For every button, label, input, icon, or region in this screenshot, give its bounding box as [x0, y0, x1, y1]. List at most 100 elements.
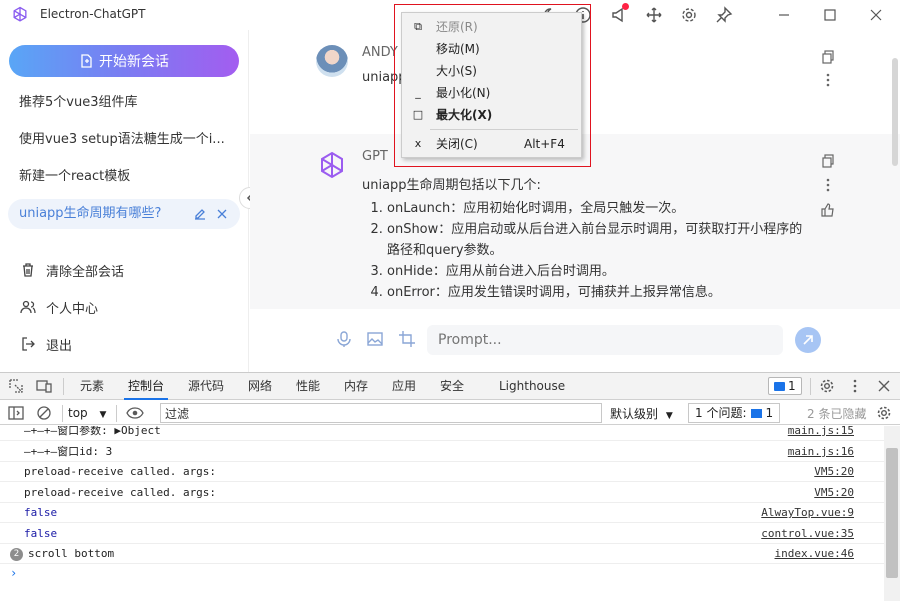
issues-badge[interactable]: 1 [768, 377, 802, 395]
repeat-count-badge: 2 [10, 548, 23, 561]
close-icon[interactable] [876, 378, 892, 394]
restore-icon: ⧉ [414, 20, 422, 33]
clear-conversations-label: 清除全部会话 [46, 264, 125, 280]
tab-application[interactable]: 应用 [388, 373, 420, 400]
log-row: preload-receive called. args: VM5:20 [0, 462, 884, 482]
trash-icon [23, 263, 33, 277]
console-prompt-chevron-icon[interactable]: › [10, 566, 17, 580]
menu-item-label: 还原(R) [436, 20, 478, 34]
menu-item-label: 最大化(X) [436, 108, 493, 122]
menu-item-move[interactable]: 移动(M) [402, 38, 583, 60]
log-source-link[interactable]: AlwayTop.vue:9 [761, 503, 854, 523]
close-window-button[interactable] [867, 6, 885, 24]
more-vertical-icon[interactable] [821, 73, 835, 87]
log-message: false [24, 527, 58, 540]
menu-item-minimize[interactable]: _ 最小化(N) [402, 82, 583, 104]
console-settings-gear-icon[interactable] [876, 405, 892, 421]
tab-sources[interactable]: 源代码 [184, 373, 228, 400]
tab-memory[interactable]: 内存 [340, 373, 372, 400]
copy-icon[interactable] [821, 50, 835, 64]
log-row: false AlwayTop.vue:9 [0, 503, 884, 523]
log-source-link[interactable]: VM5:20 [814, 462, 854, 482]
log-source-link[interactable]: index.vue:46 [775, 544, 854, 564]
gpt-avatar-icon [321, 151, 343, 179]
divider [62, 405, 63, 422]
move-icon[interactable] [645, 6, 663, 24]
issues-count: 1 [765, 406, 774, 420]
sidebar-toggle-icon[interactable] [8, 405, 24, 421]
clear-conversations-button[interactable]: 清除全部会话 [20, 260, 124, 280]
conversation-item[interactable]: 推荐5个vue3组件库 [8, 88, 240, 118]
chat-scrollbar[interactable] [892, 58, 898, 166]
app-title: Electron-ChatGPT [40, 7, 146, 21]
menu-item-maximize[interactable]: □ 最大化(X) [402, 104, 583, 126]
log-source-link[interactable]: main.js:15 [788, 426, 854, 441]
maximize-button[interactable] [821, 6, 839, 24]
tab-elements[interactable]: 元素 [76, 373, 108, 400]
gpt-name: GPT [362, 149, 388, 164]
context-select[interactable]: top ▼ [68, 404, 106, 422]
users-icon [20, 300, 36, 314]
conversation-item[interactable]: 使用vue3 setup语法糖生成一个i... [8, 125, 240, 155]
dropdown-caret-icon: ▼ [665, 411, 673, 421]
log-message: —+—+—窗口id: 3 [24, 445, 113, 458]
settings-gear-icon[interactable] [819, 378, 835, 394]
tab-console[interactable]: 控制台 [124, 373, 169, 400]
device-toolbar-icon[interactable] [36, 378, 52, 394]
log-row: 2 scroll bottom index.vue:46 [0, 544, 884, 564]
log-level-select[interactable]: 默认级别 ▼ [610, 405, 673, 422]
settings-gear-icon[interactable] [680, 6, 698, 24]
minimize-button[interactable] [775, 6, 793, 24]
console-scrollbar-thumb[interactable] [886, 448, 898, 578]
log-message: false [24, 506, 58, 519]
list-item: onHide：应用从前台进入后台时调用。 [387, 261, 807, 282]
log-source-link[interactable]: VM5:20 [814, 483, 854, 503]
delete-x-icon[interactable] [215, 207, 229, 221]
more-vertical-icon[interactable] [821, 178, 835, 192]
user-name: ANDY [362, 45, 398, 60]
new-chat-button[interactable]: 开始新会话 [9, 45, 239, 77]
openai-logo-icon [13, 6, 27, 22]
list-item: onLaunch：应用初始化时调用，全局只触发一次。 [387, 198, 807, 219]
hidden-count: 2 条已隐藏 [807, 407, 867, 421]
tab-network[interactable]: 网络 [244, 373, 276, 400]
thumbs-up-icon[interactable] [821, 203, 835, 217]
issues-button[interactable]: 1 个问题: 1 [688, 403, 781, 423]
clear-console-icon[interactable] [36, 405, 52, 421]
tab-performance[interactable]: 性能 [292, 373, 324, 400]
new-chat-label: 开始新会话 [99, 54, 169, 70]
filter-input[interactable] [160, 403, 602, 423]
microphone-icon[interactable] [335, 330, 353, 348]
eye-icon[interactable] [126, 405, 144, 421]
close-icon: x [414, 137, 422, 150]
conversation-item[interactable]: 新建一个react模板 [8, 162, 240, 192]
profile-button[interactable]: 个人中心 [20, 297, 98, 317]
devtools-tabbar: 元素 控制台 源代码 网络 性能 内存 应用 安全 Lighthouse 1 [0, 373, 900, 400]
inspect-element-icon[interactable] [8, 378, 24, 394]
menu-item-size[interactable]: 大小(S) [402, 60, 583, 82]
menu-item-close[interactable]: x 关闭(C) Alt+F4 [402, 133, 583, 155]
copy-icon[interactable] [821, 154, 835, 168]
logout-button[interactable]: 退出 [20, 334, 72, 354]
menu-item-restore[interactable]: ⧉ 还原(R) [402, 16, 583, 38]
profile-label: 个人中心 [46, 301, 99, 317]
send-button[interactable] [795, 327, 821, 353]
more-vertical-icon[interactable] [847, 378, 863, 394]
log-message: preload-receive called. args: [24, 486, 217, 499]
devtools-panel: 元素 控制台 源代码 网络 性能 内存 应用 安全 Lighthouse 1 t… [0, 372, 900, 601]
log-message: —+—+—窗口参数: ▶Object [24, 426, 161, 437]
issues-label: 1 个问题: [695, 406, 747, 420]
edit-icon[interactable] [193, 207, 207, 221]
tab-security[interactable]: 安全 [436, 373, 468, 400]
issue-icon [750, 408, 762, 418]
log-source-link[interactable]: main.js:16 [788, 442, 854, 462]
prompt-input[interactable] [427, 325, 783, 355]
crop-icon[interactable] [398, 330, 416, 348]
console-scrollbar[interactable] [884, 426, 900, 601]
image-icon[interactable] [366, 330, 384, 348]
log-source-link[interactable]: control.vue:35 [761, 524, 854, 544]
pin-icon[interactable] [715, 6, 733, 24]
window-context-menu: ⧉ 还原(R) 移动(M) 大小(S) _ 最小化(N) □ 最大化(X) x … [401, 12, 582, 158]
user-avatar [316, 45, 348, 77]
tab-lighthouse[interactable]: Lighthouse [495, 373, 569, 400]
